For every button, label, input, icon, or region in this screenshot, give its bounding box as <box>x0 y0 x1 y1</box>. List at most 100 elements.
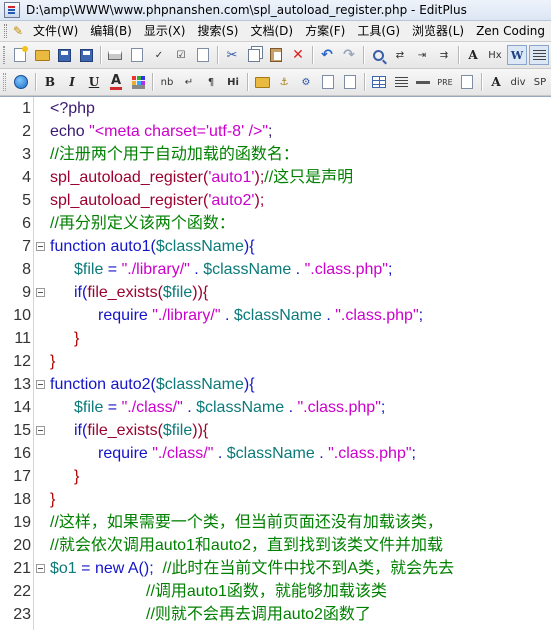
settings-button[interactable]: ⚙ <box>296 72 316 92</box>
code-text: <?php <box>50 97 95 120</box>
code-token: require <box>98 445 153 462</box>
delete-button[interactable]: ✕ <box>288 45 308 65</box>
code-line[interactable]: 15 if(file_exists($file)){ <box>0 419 551 442</box>
code-line[interactable]: 7 function auto1($className){ <box>0 235 551 258</box>
menu-search[interactable]: 搜索(S) <box>191 21 244 41</box>
check-button[interactable]: ☑ <box>171 45 191 65</box>
menubar-grip[interactable] <box>4 24 7 38</box>
code-line[interactable]: 6 //再分别定义该两个函数： <box>0 212 551 235</box>
code-line[interactable]: 14 $file = "./class/" . $className . ".cl… <box>0 396 551 419</box>
paste-button[interactable] <box>266 45 286 65</box>
redo-button[interactable]: ↷ <box>339 45 359 65</box>
cut-button[interactable]: ✂ <box>222 45 242 65</box>
code-line[interactable]: 8 $file = "./library/" . $className . ".c… <box>0 258 551 281</box>
horizontal-rule-button[interactable] <box>413 72 433 92</box>
menu-document[interactable]: 文档(D) <box>244 21 299 41</box>
menu-file[interactable]: 文件(W) <box>27 21 84 41</box>
save-button[interactable] <box>54 45 74 65</box>
code-line[interactable]: 23 //则就不会再去调用auto2函数了 <box>0 603 551 626</box>
indent-button[interactable]: ⇉ <box>434 45 454 65</box>
ruler-button[interactable] <box>529 45 549 65</box>
toolbar-separator <box>481 73 482 91</box>
paragraph-icon: ¶ <box>207 76 215 88</box>
code-token: = <box>103 399 122 416</box>
code-token: $className <box>155 376 244 393</box>
heading-tag-button[interactable]: Hi <box>223 72 243 92</box>
replace-button[interactable]: ⇄ <box>390 45 410 65</box>
code-line[interactable]: 5 spl_autoload_register('auto2'); <box>0 189 551 212</box>
code-editor[interactable]: 1 <?php 2 echo "<meta charset='utf-8' />"; 3… <box>0 96 551 630</box>
toolbar-grip[interactable] <box>3 73 6 91</box>
line-break-button[interactable]: ↵ <box>179 72 199 92</box>
code-line[interactable]: 17} <box>0 465 551 488</box>
code-line[interactable]: 10 require "./library/" . $className . ".… <box>0 304 551 327</box>
code-token: auto1( <box>110 238 156 255</box>
code-line[interactable]: 3 //注册两个用于自动加载的函数名： <box>0 143 551 166</box>
fold-toggle-icon[interactable] <box>36 242 45 251</box>
print-button[interactable] <box>105 45 125 65</box>
form-button[interactable] <box>318 72 338 92</box>
code-line[interactable]: 4 spl_autoload_register('auto1');//这只是声明 <box>0 166 551 189</box>
line-number: 3 <box>22 146 31 163</box>
code-line[interactable]: 13 function auto2($className){ <box>0 373 551 396</box>
frame-button[interactable] <box>340 72 360 92</box>
menu-browser[interactable]: 浏览器(L) <box>406 21 470 41</box>
save-all-button[interactable] <box>76 45 96 65</box>
menu-tools[interactable]: 工具(G) <box>351 21 406 41</box>
find-button[interactable] <box>368 45 388 65</box>
line-number: 22 <box>13 583 31 600</box>
browser-preview-button[interactable] <box>11 72 31 92</box>
font-tag-button[interactable]: A <box>486 72 506 92</box>
menu-project[interactable]: 方案(F) <box>299 21 351 41</box>
code-line[interactable]: 9 if(file_exists($file)){ <box>0 281 551 304</box>
div-button[interactable]: div <box>508 72 528 92</box>
anchor-button[interactable]: ⚓ <box>274 72 294 92</box>
code-line[interactable]: 2 echo "<meta charset='utf-8' />"; <box>0 120 551 143</box>
fold-toggle-icon[interactable] <box>36 380 45 389</box>
font-size-button[interactable]: A <box>463 45 483 65</box>
open-file-button[interactable] <box>32 45 52 65</box>
list-button[interactable] <box>391 72 411 92</box>
fold-toggle-icon[interactable] <box>36 564 45 573</box>
paragraph-button[interactable]: ¶ <box>201 72 221 92</box>
undo-button[interactable]: ↶ <box>317 45 337 65</box>
code-line[interactable]: 21 $o1 = new A(); //此时在当前文件中找不到A类，就会先去 <box>0 557 551 580</box>
menu-view[interactable]: 显示(X) <box>138 21 192 41</box>
code-line[interactable]: 16 require "./class/" . $className . ".cl… <box>0 442 551 465</box>
compare-button[interactable] <box>193 45 213 65</box>
code-line[interactable]: 22 //调用auto1函数，就能够加载该类 <box>0 580 551 603</box>
comment-button[interactable] <box>457 72 477 92</box>
font-color-button[interactable]: A <box>106 72 126 92</box>
spell-check-button[interactable]: ✓ <box>149 45 169 65</box>
menu-zen-coding[interactable]: Zen Coding <box>470 21 551 41</box>
table-button[interactable] <box>369 72 389 92</box>
code-line[interactable]: 20 //就会依次调用auto1和auto2，直到找到该类文件并加载 <box>0 534 551 557</box>
image-button[interactable] <box>252 72 272 92</box>
code-token: . <box>220 307 234 324</box>
toolbar-grip[interactable] <box>3 46 5 64</box>
copy-button[interactable] <box>244 45 264 65</box>
italic-button[interactable]: I <box>62 72 82 92</box>
new-file-button[interactable] <box>10 45 30 65</box>
span-button[interactable]: SP <box>530 72 550 92</box>
print-preview-button[interactable] <box>127 45 147 65</box>
code-line[interactable]: 1 <?php <box>0 97 551 120</box>
code-line[interactable]: 19 //这样，如果需要一个类，但当前页面还没有加载该类， <box>0 511 551 534</box>
code-line[interactable]: 18} <box>0 488 551 511</box>
fold-toggle-icon[interactable] <box>36 426 45 435</box>
delete-icon: ✕ <box>292 47 304 63</box>
fold-toggle-icon[interactable] <box>36 288 45 297</box>
code-line[interactable]: 11} <box>0 327 551 350</box>
menu-edit[interactable]: 编辑(B) <box>84 21 138 41</box>
word-wrap-button[interactable]: W <box>507 45 527 65</box>
pre-button[interactable]: PRE <box>435 72 455 92</box>
line-number: 6 <box>22 215 31 232</box>
bold-button[interactable]: B <box>40 72 60 92</box>
go-to-button[interactable]: ⇥ <box>412 45 432 65</box>
code-line[interactable]: 12} <box>0 350 551 373</box>
heading-button[interactable]: Hx <box>485 45 505 65</box>
underline-button[interactable]: U <box>84 72 104 92</box>
color-picker-button[interactable] <box>128 72 148 92</box>
nbsp-button[interactable]: nb <box>157 72 177 92</box>
code-token: //再分别定义该两个函数： <box>50 215 235 232</box>
